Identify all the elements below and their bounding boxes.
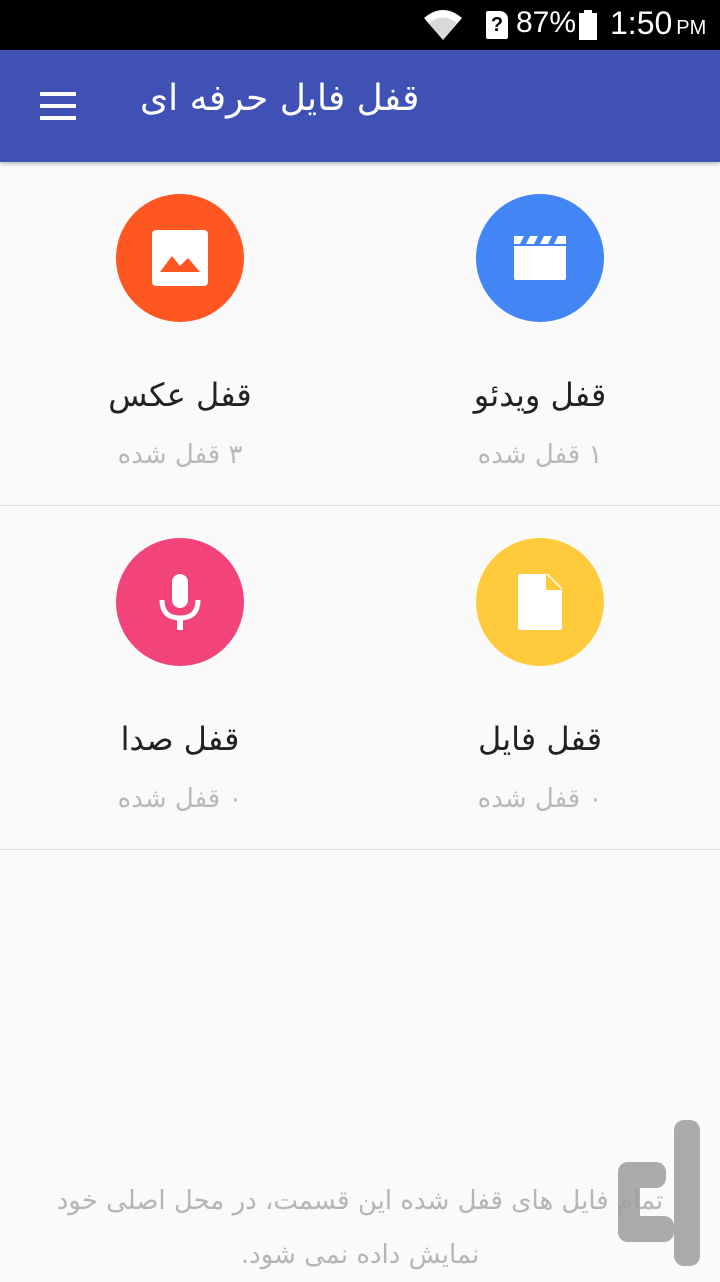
tile-count: ۰ قفل شده — [117, 784, 243, 814]
tile-label: قفل ویدئو — [473, 376, 607, 414]
clock-suffix: PM — [676, 17, 707, 39]
footer-note: تمام فایل های قفل شده این قسمت، در محل ا… — [56, 1186, 664, 1270]
microphone-icon — [116, 538, 244, 666]
wifi-icon — [424, 10, 462, 40]
divider — [0, 849, 720, 850]
tile-label: قفل صدا — [120, 720, 240, 758]
tile-video-lock[interactable]: قفل ویدئو ۱ قفل شده — [360, 164, 720, 506]
status-bar: ? 87% 1:50 PM — [0, 0, 720, 50]
tile-count: ۰ قفل شده — [477, 784, 603, 814]
tile-label: قفل فایل — [477, 720, 603, 758]
image-icon — [116, 194, 244, 322]
video-clapper-icon — [476, 194, 604, 322]
battery-percent: 87% — [516, 6, 577, 39]
tile-file-lock[interactable]: قفل فایل ۰ قفل شده — [360, 508, 720, 850]
tile-photo-lock[interactable]: قفل عکس ۳ قفل شده — [0, 164, 360, 506]
hamburger-menu-icon[interactable] — [28, 82, 88, 130]
app-bar: قفل فایل حرفه ای — [0, 50, 720, 162]
clock-time: 1:50 — [610, 5, 673, 41]
tile-count: ۱ قفل شده — [477, 440, 603, 470]
tile-count: ۳ قفل شده — [117, 440, 243, 470]
divider — [0, 505, 720, 506]
sim-unknown-icon: ? — [486, 11, 508, 39]
app-title: قفل فایل حرفه ای — [140, 78, 420, 119]
tile-label: قفل عکس — [108, 376, 252, 414]
file-icon — [476, 538, 604, 666]
store-logo-watermark — [618, 1120, 700, 1266]
clock: 1:50 PM — [610, 5, 706, 42]
battery-icon — [579, 10, 597, 40]
tile-audio-lock[interactable]: قفل صدا ۰ قفل شده — [0, 508, 360, 850]
